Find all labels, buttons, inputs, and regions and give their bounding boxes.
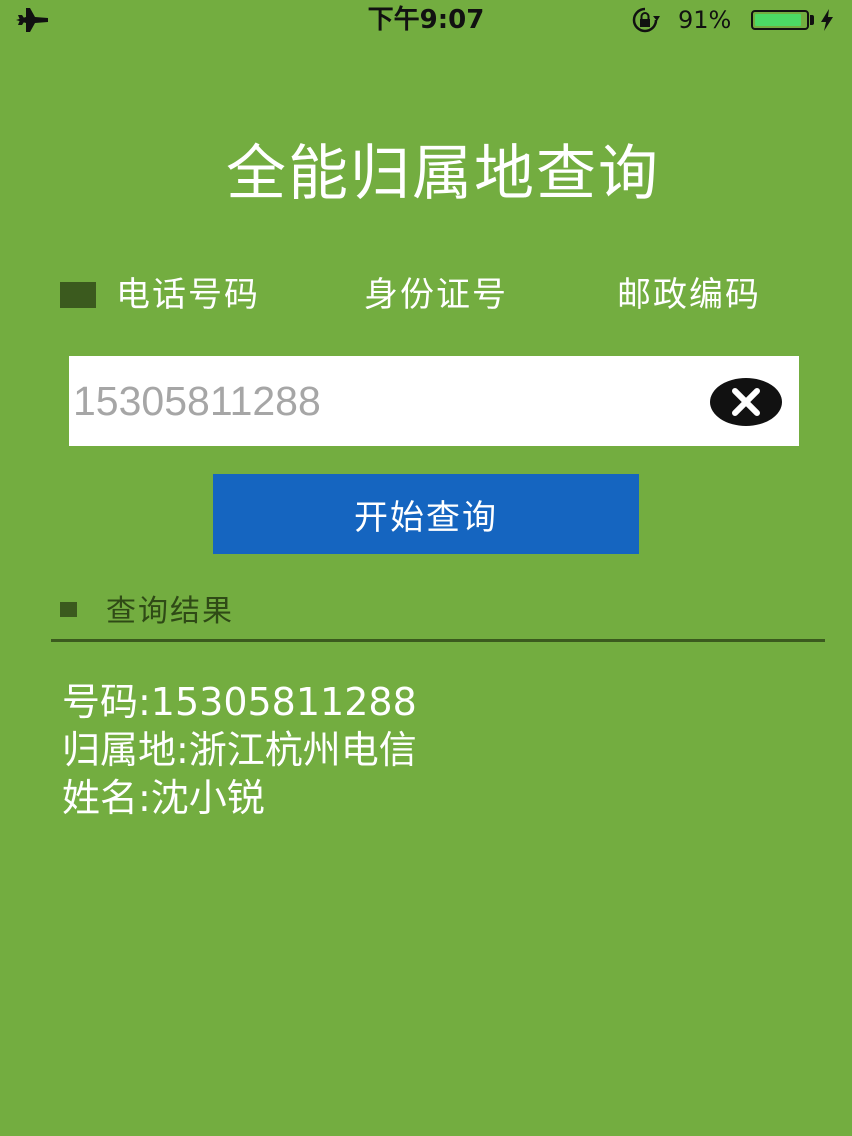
tab-phone-number[interactable]: 电话号码 (116, 270, 260, 320)
battery-icon (751, 10, 809, 30)
result-line-name: 姓名:沈小锐 (62, 776, 265, 820)
result-divider (51, 639, 825, 642)
result-heading-marker (60, 602, 77, 617)
status-bar: 下午9:07 91% (0, 0, 852, 40)
tab-id-number[interactable]: 身份证号 (364, 270, 508, 320)
selected-tab-marker (60, 282, 96, 308)
app-title: 全能归属地查询 (226, 139, 660, 209)
start-query-button[interactable]: 开始查询 (213, 474, 639, 554)
battery-fill (755, 14, 801, 26)
battery-tip (810, 15, 814, 25)
result-text: 号码:15305811288 归属地:浙江杭州电信 姓名:沈小锐 (62, 678, 822, 822)
clear-icon[interactable] (709, 377, 783, 427)
tab-postal-code[interactable]: 邮政编码 (617, 270, 761, 320)
search-input[interactable] (69, 356, 689, 446)
search-box (69, 356, 799, 446)
battery-percent: 91% (678, 6, 732, 34)
result-heading: 查询结果 (106, 594, 234, 629)
charging-icon (821, 9, 833, 31)
query-type-tabs: 电话号码 身份证号 邮政编码 (0, 270, 852, 320)
result-line-location: 归属地:浙江杭州电信 (62, 728, 417, 772)
result-line-number: 号码:15305811288 (62, 680, 417, 724)
rotation-lock-icon (632, 7, 660, 33)
